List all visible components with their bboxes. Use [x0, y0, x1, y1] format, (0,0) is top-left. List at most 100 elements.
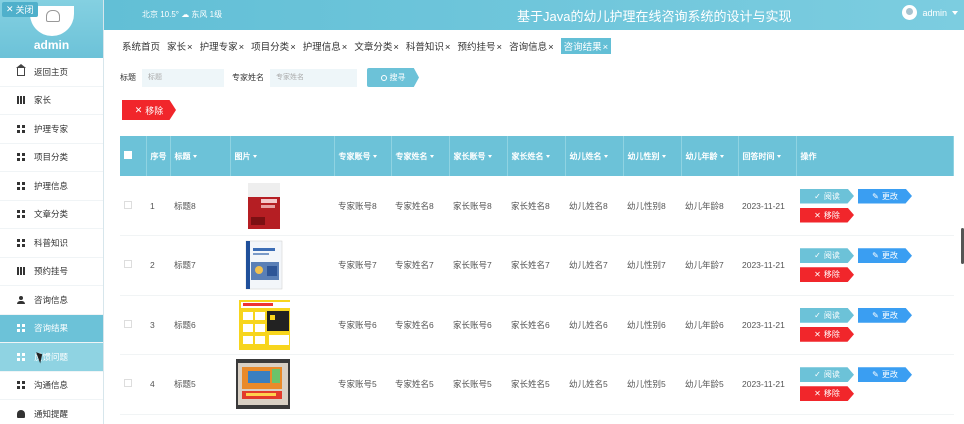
col-image[interactable]: 图片: [230, 136, 335, 176]
sidebar-item-label: 返回主页: [34, 66, 69, 77]
col-answer-time[interactable]: 回答时间: [738, 136, 797, 176]
expert-name-search-input[interactable]: 专家姓名: [270, 68, 357, 87]
search-button-label: 搜寻: [389, 73, 406, 82]
title-search-input[interactable]: 标题: [142, 68, 224, 87]
sidebar-item-category[interactable]: 项目分类: [0, 144, 103, 172]
bars-icon: [17, 267, 25, 276]
edit-icon: ✎: [872, 251, 879, 261]
sidebar-item-article-category[interactable]: 文章分类: [0, 201, 103, 229]
close-icon[interactable]: ×: [548, 42, 554, 53]
col-expert-account[interactable]: 专家账号: [334, 136, 392, 176]
row-checkbox[interactable]: [124, 319, 132, 328]
batch-remove-button[interactable]: ✕ 移除: [122, 100, 176, 120]
row-checkbox[interactable]: [124, 260, 132, 269]
sidebar-item-consult-result[interactable]: 咨询结果: [0, 314, 103, 343]
tab-care-info[interactable]: 护理信息×: [303, 39, 348, 53]
close-icon[interactable]: ×: [393, 42, 399, 53]
sidebar-header: ✕ 关闭 admin: [0, 0, 103, 58]
search-button[interactable]: 搜寻: [367, 68, 419, 87]
sort-icon: [661, 154, 666, 158]
read-button[interactable]: ✓ 阅读: [800, 307, 854, 323]
close-icon[interactable]: ×: [290, 42, 296, 53]
select-all-checkbox[interactable]: [124, 151, 132, 159]
book-thumbnail[interactable]: [236, 299, 290, 350]
cell-title: 标题6: [170, 295, 230, 355]
close-icon[interactable]: ×: [187, 42, 193, 53]
book-thumbnail[interactable]: [241, 240, 289, 291]
close-icon[interactable]: ×: [497, 42, 503, 53]
edit-button[interactable]: ✎ 更改: [858, 188, 912, 204]
sidebar-item-home[interactable]: 返回主页: [0, 58, 103, 87]
tab-appointment[interactable]: 预约挂号×: [457, 39, 502, 53]
cell-expert-name: 专家姓名8: [391, 176, 449, 236]
tab-consult-result[interactable]: 咨询结果×: [560, 38, 612, 54]
cell-parent-name: 家长姓名7: [507, 235, 565, 296]
user-menu[interactable]: admin: [902, 5, 958, 20]
close-sidebar-button[interactable]: ✕ 关闭: [2, 2, 38, 17]
read-button[interactable]: ✓ 阅读: [800, 248, 854, 264]
user-icon: [17, 295, 25, 304]
read-button[interactable]: ✓ 阅读: [800, 188, 854, 204]
delete-button[interactable]: ✕ 移除: [800, 207, 854, 223]
search-icon: [380, 74, 387, 81]
tab-home[interactable]: 系统首页: [122, 39, 160, 53]
delete-button[interactable]: ✕ 移除: [800, 267, 854, 283]
tab-expert[interactable]: 护理专家×: [200, 39, 245, 53]
sidebar-item-label: 家长: [34, 95, 52, 106]
sidebar-item-appointment[interactable]: 预约挂号: [0, 258, 103, 286]
row-checkbox[interactable]: [124, 379, 132, 388]
grid-icon: [17, 238, 25, 247]
close-icon: ✕: [814, 270, 821, 280]
sidebar-item-communication[interactable]: 沟通信息: [0, 372, 103, 400]
cell-child-name: 幼儿姓名6: [565, 295, 623, 355]
col-expert-name[interactable]: 专家姓名: [391, 136, 450, 176]
book-thumbnail[interactable]: [241, 180, 289, 231]
delete-button[interactable]: ✕ 移除: [800, 386, 854, 402]
header-label: 序号: [150, 151, 167, 161]
tab-category[interactable]: 项目分类×: [251, 39, 296, 53]
close-icon[interactable]: ×: [239, 42, 245, 53]
sidebar-item-parent[interactable]: 家长: [0, 87, 103, 115]
close-icon[interactable]: ×: [342, 42, 348, 53]
sidebar-item-care-info[interactable]: 护理信息: [0, 172, 103, 201]
sidebar-item-notification[interactable]: 通知提醒: [0, 400, 103, 424]
close-icon[interactable]: ×: [603, 42, 609, 53]
col-parent-account[interactable]: 家长账号: [449, 136, 508, 176]
sidebar-item-consult-info[interactable]: 咨询信息: [0, 286, 103, 315]
col-title[interactable]: 标题: [170, 136, 231, 176]
table-header-row: 序号 标题 图片 专家账号 专家姓名 家长账号 家长姓名 幼儿姓名 幼儿性别 幼…: [120, 136, 954, 176]
cell-parent-name: 家长姓名6: [507, 295, 565, 355]
edit-label: 更改: [881, 310, 898, 320]
chevron-down-icon: [952, 10, 958, 15]
sidebar-item-feedback[interactable]: 反馈问题: [0, 343, 103, 372]
sidebar-item-knowledge[interactable]: 科普知识: [0, 229, 103, 258]
cell-actions: ✓ 阅读 ✎ 更改 ✕ 移除: [796, 295, 954, 355]
user-name: admin: [922, 7, 947, 18]
sidebar-item-label: 文章分类: [34, 209, 69, 220]
tab-label: 护理信息: [302, 42, 341, 53]
delete-label: 移除: [823, 329, 840, 339]
edit-button[interactable]: ✎ 更改: [858, 307, 912, 323]
close-icon: ✕: [814, 329, 821, 339]
col-child-age[interactable]: 幼儿年龄: [681, 136, 739, 176]
delete-button[interactable]: ✕ 移除: [800, 326, 854, 342]
edit-label: 更改: [881, 191, 898, 201]
sidebar-item-expert[interactable]: 护理专家: [0, 115, 103, 144]
col-no: 序号: [146, 136, 171, 176]
tab-label: 文章分类: [354, 42, 393, 53]
tab-consult-info[interactable]: 咨询信息×: [509, 39, 554, 53]
edit-button[interactable]: ✎ 更改: [858, 367, 912, 383]
close-icon[interactable]: ×: [445, 42, 451, 53]
tab-parent[interactable]: 家长×: [167, 39, 193, 53]
read-button[interactable]: ✓ 阅读: [800, 367, 854, 383]
col-child-name[interactable]: 幼儿姓名: [565, 136, 624, 176]
row-checkbox[interactable]: [124, 200, 132, 209]
col-child-gender[interactable]: 幼儿性别: [623, 136, 682, 176]
book-thumbnail[interactable]: [236, 359, 290, 410]
tab-knowledge[interactable]: 科普知识×: [406, 39, 451, 53]
sidebar-item-label: 护理专家: [34, 123, 69, 134]
col-parent-name[interactable]: 家长姓名: [507, 136, 566, 176]
close-icon: ✕: [134, 104, 143, 115]
edit-button[interactable]: ✎ 更改: [858, 248, 912, 264]
tab-article-category[interactable]: 文章分类×: [354, 39, 399, 53]
